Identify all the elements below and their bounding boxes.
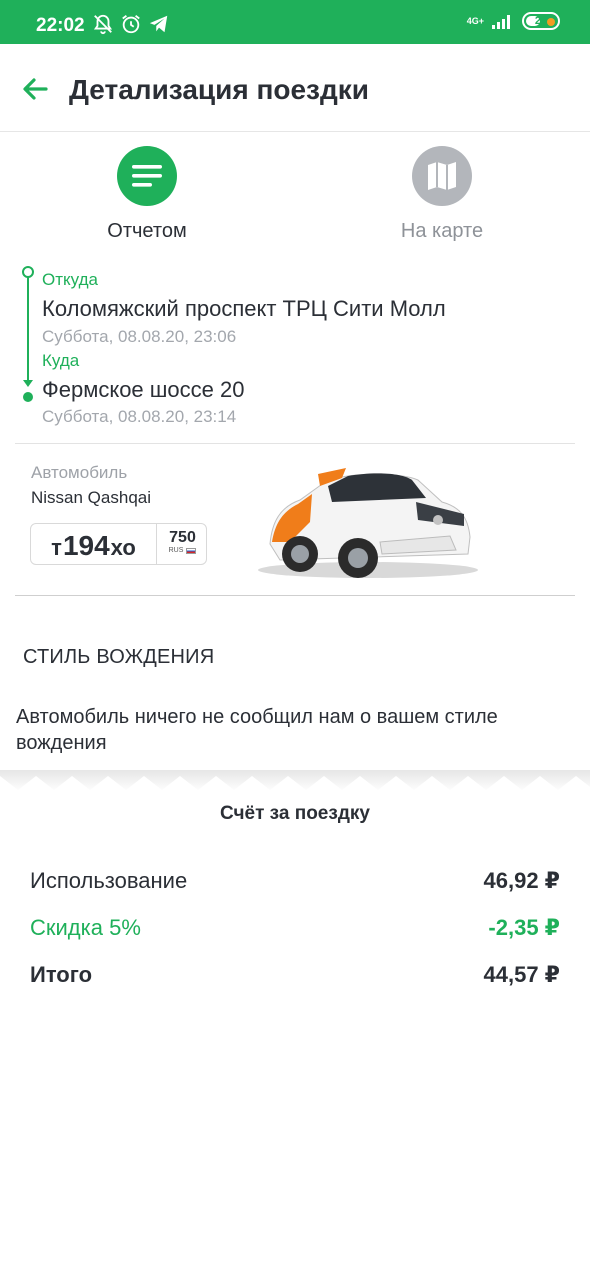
- usage-value: 46,92 ₽: [483, 868, 560, 893]
- plate-letter: т: [51, 535, 62, 560]
- bill-title: Счёт за поездку: [220, 803, 370, 824]
- driving-style-heading: СТИЛЬ ВОЖДЕНИЯ: [23, 646, 215, 668]
- battery-level: 25: [534, 15, 548, 27]
- license-plate: т 194 хо 750 RUS: [30, 523, 207, 565]
- discount-value: -2,35 ₽: [488, 915, 560, 940]
- status-bar: 22:02 4G+ 25: [0, 0, 590, 44]
- tab-map-label: На карте: [400, 220, 484, 242]
- plate-region: 750: [169, 529, 196, 546]
- battery-icon: 25: [522, 12, 560, 30]
- divider: [15, 443, 575, 444]
- alarm-icon: [122, 15, 140, 34]
- telegram-icon: [149, 15, 168, 33]
- app-bar: Детализация поездки: [0, 44, 590, 132]
- car-image: [258, 468, 478, 578]
- plate-letters: хо: [110, 535, 136, 560]
- back-arrow-icon[interactable]: [18, 72, 52, 106]
- from-label: Откуда: [42, 270, 98, 289]
- route-arrow: [23, 380, 33, 387]
- to-time: Суббота, 08.08.20, 23:14: [42, 407, 237, 426]
- usage-label: Использование: [30, 868, 188, 893]
- notifications-off-icon: [93, 14, 113, 35]
- network-type: 4G+: [466, 16, 484, 26]
- receipt-zigzag-edge: [0, 770, 590, 792]
- signal-icon: [492, 15, 510, 29]
- bill-panel: [0, 772, 590, 1280]
- driving-style-text: Автомобиль ничего не сообщил нам о вашем…: [16, 706, 498, 754]
- to-address: Фермское шоссе 20: [42, 377, 245, 402]
- car-model: Nissan Qashqai: [31, 488, 152, 507]
- route-line: [27, 276, 29, 384]
- divider: [15, 595, 575, 596]
- report-icon: [117, 146, 177, 206]
- tab-report[interactable]: Отчетом: [47, 146, 247, 243]
- bill-row-usage: Использование 46,92 ₽: [30, 868, 560, 894]
- from-address: Коломяжский проспект ТРЦ Сити Молл: [42, 296, 446, 321]
- from-time: Суббота, 08.08.20, 23:06: [42, 327, 237, 346]
- plate-number: 194: [62, 530, 110, 561]
- discount-label: Скидка 5%: [30, 915, 141, 940]
- total-label: Итого: [30, 962, 93, 987]
- page-title: Детализация поездки: [69, 74, 369, 105]
- bill-row-discount: Скидка 5% -2,35 ₽: [30, 915, 560, 941]
- russia-flag-icon: [186, 547, 197, 554]
- plate-country: RUS: [168, 547, 184, 554]
- status-time: 22:02: [36, 15, 85, 36]
- route-start-marker: [22, 266, 34, 278]
- total-value: 44,57 ₽: [483, 962, 560, 987]
- map-icon: [412, 146, 472, 206]
- route-end-marker: [23, 392, 33, 402]
- tab-map[interactable]: На карте: [342, 146, 542, 243]
- bill-row-total: Итого 44,57 ₽: [30, 962, 560, 988]
- tab-report-label: Отчетом: [107, 220, 187, 242]
- to-label: Куда: [42, 351, 80, 370]
- car-caption: Автомобиль: [31, 463, 128, 482]
